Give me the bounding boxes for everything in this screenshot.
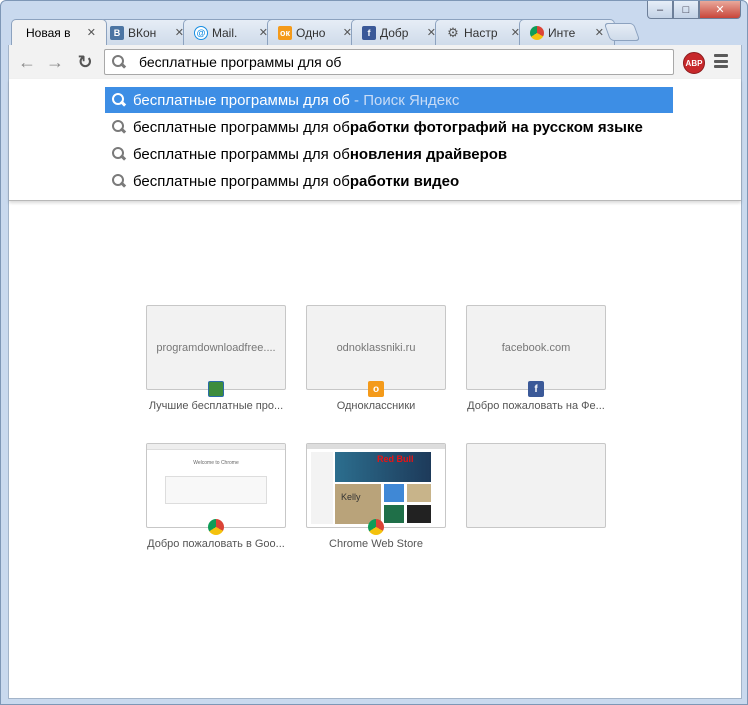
window-controls: ‒ □ ✕ xyxy=(647,1,741,19)
tile-thumbnail: Welcome to Chrome xyxy=(146,443,286,528)
odnoklassniki-icon: ок xyxy=(278,25,292,40)
close-icon[interactable]: ✕ xyxy=(87,26,96,39)
suggestion-typed: бесплатные программы для об xyxy=(133,172,350,190)
omnibox[interactable] xyxy=(104,49,674,75)
search-icon xyxy=(111,119,127,135)
suggestion-typed: бесплатные программы для об xyxy=(133,118,350,136)
floppy-icon xyxy=(208,381,224,397)
suggestion-completion: новления драйверов xyxy=(349,145,508,163)
suggestion-typed: бесплатные программы для об xyxy=(133,91,350,109)
tile-thumbnail: Red Bull Kelly xyxy=(306,443,446,528)
search-icon xyxy=(111,92,127,108)
maximize-button[interactable]: □ xyxy=(673,1,699,19)
tab-vkontakte[interactable]: B ВКон ✕ xyxy=(99,19,195,45)
tab-title: ВКон xyxy=(128,25,157,40)
tab-mailru[interactable]: @ Mail. ✕ xyxy=(183,19,279,45)
new-tab-button[interactable] xyxy=(603,23,641,41)
search-icon xyxy=(111,173,127,189)
suggestion-item[interactable]: бесплатные программы для об - Поиск Янде… xyxy=(105,87,673,113)
tab-title: Настр xyxy=(464,25,498,40)
suggestion-completion: работки видео xyxy=(349,172,460,190)
tile-url: facebook.com xyxy=(501,341,571,354)
facebook-icon: f xyxy=(528,381,544,397)
tile-url: odnoklassniki.ru xyxy=(336,341,416,354)
most-visited-tile[interactable]: programdownloadfree.... Лучшие бесплатны… xyxy=(146,305,286,412)
omnibox-suggestions: бесплатные программы для об - Поиск Янде… xyxy=(9,79,741,201)
thumb-mini-text: Kelly xyxy=(335,484,381,524)
reload-button[interactable]: ↻ xyxy=(73,51,97,73)
adblock-plus-icon[interactable]: ABP xyxy=(683,52,705,74)
mailru-icon: @ xyxy=(194,25,208,40)
suggestion-hint: - Поиск Яндекс xyxy=(349,91,460,109)
most-visited-tile[interactable]: Welcome to Chrome Добро пожаловать в Goo… xyxy=(146,443,286,550)
facebook-icon: f xyxy=(362,25,376,40)
suggestion-completion: работки фотографий на русском языке xyxy=(349,118,643,136)
chrome-icon xyxy=(368,519,384,535)
tile-caption: Добро пожаловать на Фе... xyxy=(467,400,605,412)
most-visited-tile[interactable]: facebook.com f Добро пожаловать на Фе... xyxy=(466,305,606,412)
tab-title: Новая в xyxy=(26,25,71,40)
gear-icon: ⚙ xyxy=(447,24,459,40)
tab-title: Инте xyxy=(548,25,576,40)
tab-title: Одно xyxy=(296,25,326,40)
tab-title: Mail. xyxy=(212,25,238,40)
empty-tile xyxy=(466,443,606,528)
chrome-icon xyxy=(208,519,224,535)
suggestion-item[interactable]: бесплатные программы для об работки виде… xyxy=(105,168,673,194)
tile-url: programdownloadfree.... xyxy=(156,341,276,354)
most-visited-tile[interactable]: Red Bull Kelly Chrome Web Store xyxy=(306,443,446,550)
tile-thumbnail: odnoklassniki.ru xyxy=(306,305,446,390)
menu-icon[interactable] xyxy=(714,54,728,68)
suggestion-item[interactable]: бесплатные программы для об новления дра… xyxy=(105,141,673,167)
vk-icon: B xyxy=(110,25,124,40)
new-tab-page: бесплатные программы для об - Поиск Янде… xyxy=(8,79,742,699)
thumb-mini-text: Welcome to Chrome xyxy=(193,460,239,466)
toolbar: ← → ↻ ABP xyxy=(8,45,742,79)
address-input[interactable] xyxy=(139,54,669,70)
close-window-button[interactable]: ✕ xyxy=(699,1,741,19)
tile-caption: Одноклассники xyxy=(336,400,416,412)
tile-caption: Chrome Web Store xyxy=(329,538,423,550)
tab-facebook[interactable]: f Добр ✕ xyxy=(351,19,447,45)
tab-strip: Новая в ✕ B ВКон ✕ @ Mail. ✕ ок Одно ✕ f… xyxy=(11,19,651,45)
browser-window: ‒ □ ✕ Новая в ✕ B ВКон ✕ @ Mail. ✕ ок Од… xyxy=(0,0,748,705)
odnoklassniki-icon: о xyxy=(368,381,384,397)
tab-odnoklassniki[interactable]: ок Одно ✕ xyxy=(267,19,363,45)
tile-caption: Добро пожаловать в Goo... xyxy=(147,538,285,550)
close-icon[interactable]: ✕ xyxy=(595,26,604,39)
chrome-icon xyxy=(530,25,544,40)
back-button[interactable]: ← xyxy=(15,51,39,73)
suggestion-typed: бесплатные программы для об xyxy=(133,145,350,163)
tab-settings[interactable]: ⚙ Настр ✕ xyxy=(435,19,531,45)
search-icon xyxy=(111,146,127,162)
tile-thumbnail: programdownloadfree.... xyxy=(146,305,286,390)
tab-new-tab[interactable]: Новая в ✕ xyxy=(11,19,107,45)
tile-caption: Лучшие бесплатные про... xyxy=(148,400,284,412)
search-icon xyxy=(111,54,127,70)
forward-button[interactable]: → xyxy=(43,51,67,73)
tab-title: Добр xyxy=(380,25,409,40)
tab-internet[interactable]: Инте ✕ xyxy=(519,19,615,45)
most-visited-tile[interactable]: odnoklassniki.ru о Одноклассники xyxy=(306,305,446,412)
suggestion-item[interactable]: бесплатные программы для об работки фото… xyxy=(105,114,673,140)
tile-thumbnail xyxy=(466,443,606,528)
minimize-button[interactable]: ‒ xyxy=(647,1,673,19)
tile-thumbnail: facebook.com xyxy=(466,305,606,390)
